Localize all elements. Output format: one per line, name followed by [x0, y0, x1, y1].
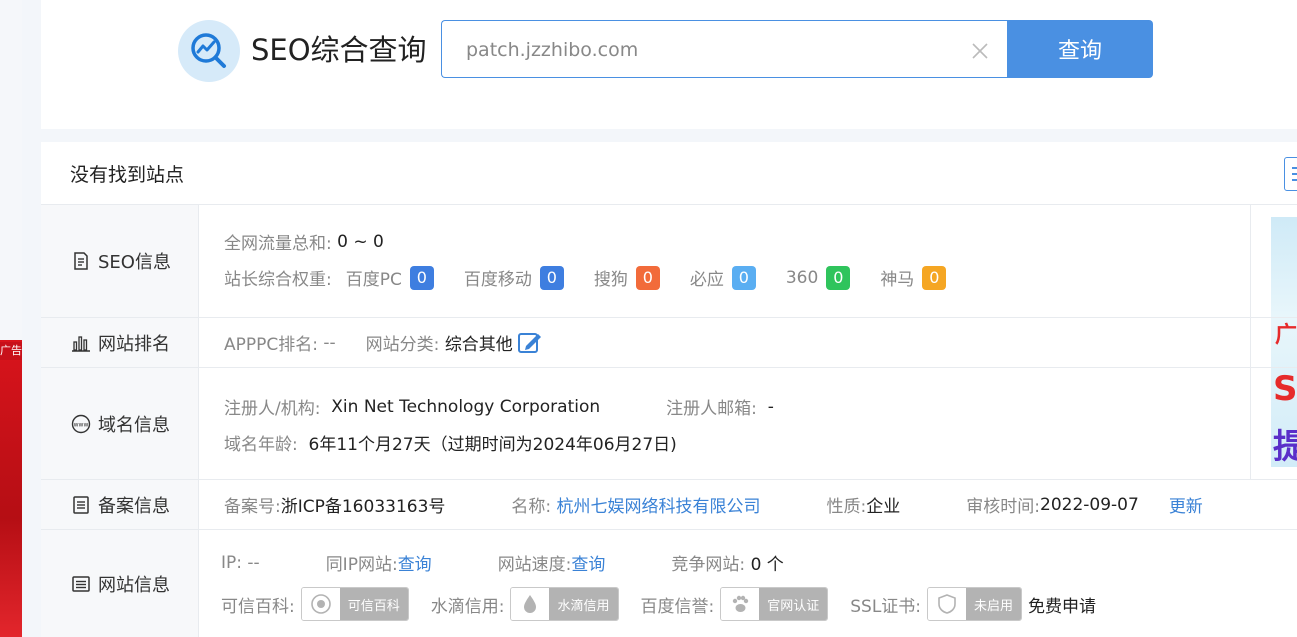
company-name-link[interactable]: 杭州七娱网络科技有限公司 [557, 492, 761, 517]
kexin-badge[interactable]: 可信百科 [300, 587, 409, 621]
brand-title: SEO综合查询 [251, 33, 427, 67]
registrant-line: 注册人/机构: Xin Net Technology Corporation 注… [224, 396, 774, 420]
domain-label: www 域名信息 [41, 368, 199, 479]
weight-badge-baidumobile[interactable]: 0 [539, 265, 564, 290]
paw-icon [733, 595, 749, 612]
www-globe-icon: www [71, 414, 91, 433]
menu-toggle-button[interactable] [1284, 157, 1297, 191]
cert-line: 可信百科: 可信百科 水滴信用: 水滴信用 百度信誉: 官网认证 SSL证书: [221, 587, 1096, 621]
water-drop-icon [524, 595, 537, 613]
seo-info-row: SEO信息 全网流量总和: 0 ~ 0 站长综合权重: 百度PC 0 百度移动 0 … [41, 204, 1297, 480]
clear-icon[interactable] [970, 41, 990, 61]
bar-chart-icon [72, 335, 90, 352]
ssl-badge[interactable]: 未启用 [927, 587, 1023, 621]
weight-badge-bing[interactable]: 0 [731, 265, 756, 290]
site-meta-line: IP: -- 同IP网站: 查询 网站速度: 查询 竞争网站: 0 个 [221, 550, 784, 576]
site-not-found-notice: 没有找到站点 [70, 164, 185, 186]
weight-name-shenma: 神马 [880, 270, 915, 290]
result-panel: 没有找到站点 SEO信息 全网流量总和: 0 ~ 0 站长综合权重: 百度PC 0… [41, 142, 1297, 637]
update-link[interactable]: 更新 [1169, 492, 1203, 517]
domain-age-line: 域名年龄: 6年11个月27天（过期时间为2024年06月27日) [224, 435, 677, 455]
weight-name-baidumobile: 百度移动 [463, 270, 532, 290]
weight-name-bing: 必应 [689, 270, 724, 290]
emblem-icon [310, 594, 331, 614]
baidu-credit-badge[interactable]: 官网认证 [720, 587, 829, 621]
document-icon [74, 252, 88, 270]
list-icon [72, 575, 90, 592]
domain-row: www 域名信息 注册人/机构: Xin Net Technology Corp… [41, 367, 1297, 479]
left-ad-banner[interactable]: 广告 [0, 340, 22, 637]
site-info-label: 网站信息 [41, 530, 199, 637]
speed-query-link[interactable]: 查询 [571, 550, 605, 575]
icp-line: 备案号: 浙ICP备16033163号 名称: 杭州七娱网络科技有限公司 性质: 企… [224, 492, 1203, 518]
seo-logo-icon [178, 20, 240, 82]
search-box [441, 20, 1008, 78]
icp-row: 备案信息 备案号: 浙ICP备16033163号 名称: 杭州七娱网络科技有限公司… [41, 479, 1297, 529]
weight-line: 站长综合权重: 百度PC 0 百度移动 0 搜狗 0 必应 0 360 0 神马 0 [224, 265, 976, 290]
traffic-line: 全网流量总和: 0 ~ 0 [224, 231, 384, 255]
ad-tag: 广告 [0, 342, 22, 360]
same-ip-query-link[interactable]: 查询 [398, 550, 432, 575]
search-input[interactable] [466, 35, 946, 65]
icp-content: 备案号: 浙ICP备16033163号 名称: 杭州七娱网络科技有限公司 性质: 企… [199, 480, 1297, 529]
weight-badge-baidupc[interactable]: 0 [409, 265, 434, 290]
svg-text:www: www [74, 421, 89, 428]
seo-info-content: 全网流量总和: 0 ~ 0 站长综合权重: 百度PC 0 百度移动 0 搜狗 0 必应… [199, 205, 1297, 317]
ssl-apply-link[interactable]: 免费申请 [1028, 592, 1096, 617]
weight-badge-shenma[interactable]: 0 [922, 265, 947, 290]
rank-row: 网站排名 APPPC排名: -- 网站分类: 综合其他 [41, 317, 1297, 367]
rank-label: 网站排名 [41, 318, 199, 367]
site-info-row: 网站信息 IP: -- 同IP网站: 查询 网站速度: 查询 竞争网站: 0 个 可… [41, 529, 1297, 637]
shield-icon [938, 594, 956, 614]
weight-name-sogou: 搜狗 [593, 270, 628, 290]
seo-info-label: SEO信息 [41, 205, 199, 317]
weight-badge-360[interactable]: 0 [826, 265, 851, 290]
header: SEO综合查询 查询 [41, 0, 1297, 129]
search-button[interactable]: 查询 [1007, 20, 1153, 78]
record-icon [73, 495, 89, 514]
site-info-content: IP: -- 同IP网站: 查询 网站速度: 查询 竞争网站: 0 个 可信百科: … [199, 530, 1297, 637]
weight-name-baidupc: 百度PC [345, 270, 402, 290]
domain-content: 注册人/机构: Xin Net Technology Corporation 注… [199, 368, 1297, 479]
weight-badge-sogou[interactable]: 0 [635, 265, 660, 290]
icp-label: 备案信息 [41, 480, 199, 529]
rank-content: APPPC排名: -- 网站分类: 综合其他 [199, 318, 1297, 367]
weight-name-360: 360 [785, 267, 819, 288]
shuidi-badge[interactable]: 水滴信用 [510, 587, 619, 621]
rank-line: APPPC排名: -- 网站分类: 综合其他 [224, 330, 543, 355]
edit-icon[interactable] [517, 331, 543, 355]
